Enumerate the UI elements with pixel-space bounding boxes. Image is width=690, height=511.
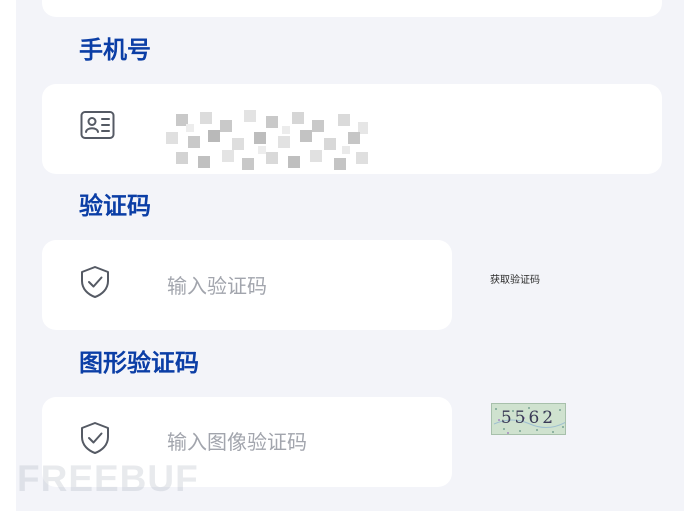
image-code-placeholder: 输入图像验证码 xyxy=(167,430,307,454)
get-code-button[interactable]: 获取验证码 xyxy=(490,276,540,286)
phone-value-masked xyxy=(162,106,376,174)
shield-check-icon xyxy=(81,422,109,454)
sms-code-placeholder: 输入验证码 xyxy=(167,274,267,298)
freebuf-watermark: FREEBUF xyxy=(17,458,199,499)
phone-label: 手机号 xyxy=(79,36,151,64)
shield-check-icon xyxy=(81,266,109,298)
previous-field-card xyxy=(42,0,662,17)
id-card-icon xyxy=(80,111,115,139)
captcha-image[interactable]: 5562 xyxy=(491,403,566,435)
image-code-label: 图形验证码 xyxy=(79,349,199,377)
sms-code-label: 验证码 xyxy=(79,192,151,220)
captcha-text: 5562 xyxy=(500,408,557,428)
